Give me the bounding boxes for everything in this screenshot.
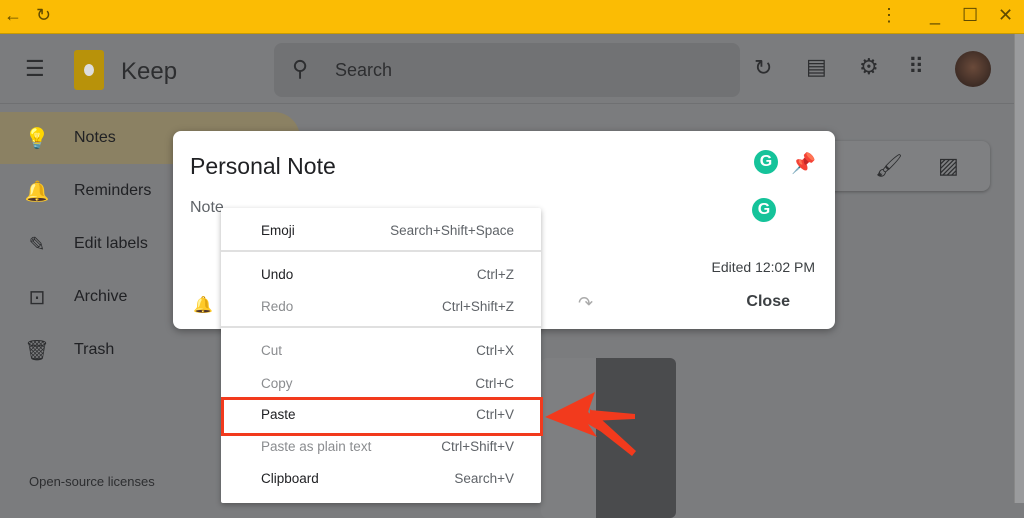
annotation-arrow bbox=[545, 392, 636, 456]
arrow-head bbox=[545, 392, 636, 452]
